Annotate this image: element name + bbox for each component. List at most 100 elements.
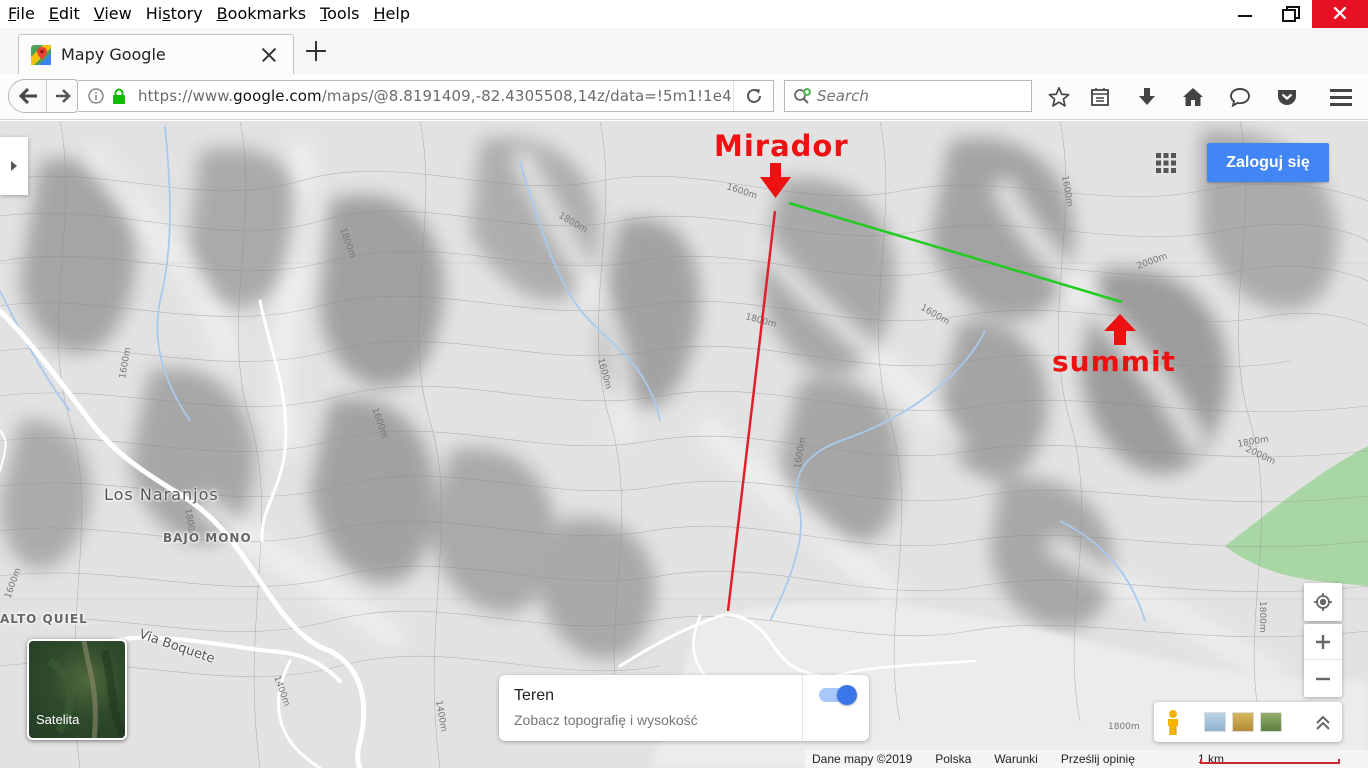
tab-close-icon[interactable]: [259, 45, 279, 65]
menu-bar: File Edit View HiStory Bookmarks Tools H…: [0, 0, 1368, 28]
google-maps-favicon-icon: [31, 44, 51, 65]
reader-list-button[interactable]: [1087, 84, 1113, 110]
satellite-layer-button[interactable]: Satelita: [27, 639, 127, 740]
close-icon: ✕: [1330, 1, 1350, 27]
url-domain: google.com: [233, 87, 322, 105]
home-button[interactable]: [1180, 84, 1206, 110]
back-forward-group: [8, 79, 78, 113]
terrain-info-card: Teren Zobacz topografię i wysokość: [499, 675, 869, 741]
restore-button[interactable]: [1268, 0, 1314, 28]
tab-title: Mapy Google: [61, 45, 166, 64]
restore-icon: [1282, 6, 1300, 22]
menu-history-pre: Hi: [145, 4, 163, 23]
send-feedback-link[interactable]: Prześlij opinię: [1061, 752, 1135, 766]
zoom-in-button[interactable]: [1304, 624, 1342, 660]
menu-history-post: tory: [170, 4, 203, 23]
downloads-button[interactable]: [1134, 84, 1160, 110]
annotation-mirador-label: Mirador: [714, 129, 849, 163]
apps-grid-icon[interactable]: [1154, 151, 1178, 175]
search-input[interactable]: [817, 87, 1017, 105]
url-path: /maps/@8.8191409,-82.4305508,14z/data=!5…: [321, 87, 732, 105]
tab-google-maps[interactable]: Mapy Google: [18, 34, 294, 74]
scale-line: [1200, 759, 1340, 764]
toggle-knob: [837, 685, 857, 705]
menu-bookmarks-mnemonic: B: [216, 4, 228, 23]
side-panel-toggle-button[interactable]: [0, 137, 28, 195]
lock-icon[interactable]: [112, 88, 126, 104]
menu-help[interactable]: Help: [367, 0, 417, 28]
place-label-bajo-mono[interactable]: BAJO MONO: [163, 531, 252, 545]
terrain-title: Teren: [514, 687, 555, 704]
map-footer: Dane mapy ©2019 Polska Warunki Prześlij …: [805, 750, 1368, 768]
chat-button[interactable]: [1227, 84, 1253, 110]
menu-edit[interactable]: Edit: [42, 0, 87, 28]
forward-arrow-icon: [56, 89, 71, 103]
menu-tools[interactable]: Tools: [313, 0, 366, 28]
zoom-controls: [1304, 624, 1342, 697]
reload-icon: [746, 88, 761, 103]
clipboard-icon: [1091, 88, 1109, 106]
reload-button[interactable]: [733, 81, 773, 111]
menu-file[interactable]: File: [0, 0, 42, 28]
hamburger-menu-button[interactable]: [1328, 84, 1354, 110]
pegman-street-view-icon[interactable]: [1162, 709, 1184, 736]
navigation-toolbar: https://www.google.com/maps/@8.8191409,-…: [0, 74, 1368, 120]
hamburger-menu-icon: [1330, 89, 1352, 106]
search-bar[interactable]: [784, 80, 1032, 112]
my-location-button[interactable]: [1304, 583, 1342, 621]
terrain-map-graphic: 1600m 1800m 1800m 1600m 1800m 1600m 1600…: [0, 121, 1368, 768]
download-icon: [1139, 88, 1155, 105]
country-link[interactable]: Polska: [935, 752, 971, 766]
chevron-right-icon: [11, 161, 17, 171]
menu-bookmarks-label: ookmarks: [227, 4, 307, 23]
satellite-label: Satelita: [36, 712, 80, 727]
close-window-button[interactable]: ✕: [1312, 0, 1368, 28]
terrain-toggle-switch[interactable]: [819, 685, 857, 705]
new-tab-button[interactable]: [306, 40, 328, 62]
map-canvas[interactable]: 1600m 1800m 1800m 1600m 1800m 1600m 1600…: [0, 121, 1368, 768]
url-text: https://www.google.com/maps/@8.8191409,-…: [138, 87, 732, 105]
menu-history-mnemonic: S: [162, 4, 171, 23]
menu-help-mnemonic: H: [373, 4, 386, 23]
pocket-button[interactable]: [1274, 84, 1300, 110]
menu-view[interactable]: View: [87, 0, 139, 28]
minimize-icon: [1238, 15, 1252, 17]
back-button[interactable]: [9, 80, 47, 112]
terms-link[interactable]: Warunki: [994, 752, 1038, 766]
menu-bookmarks[interactable]: Bookmarks: [210, 0, 313, 28]
menu-history[interactable]: HiStory: [139, 0, 210, 28]
menu-view-mnemonic: V: [93, 4, 105, 23]
menu-file-label: ile: [16, 4, 35, 23]
login-button[interactable]: Zaloguj się: [1207, 143, 1329, 182]
info-icon[interactable]: [88, 88, 104, 104]
zoom-out-button[interactable]: [1304, 661, 1342, 697]
layer-thumb-transit[interactable]: [1204, 712, 1226, 732]
terrain-description: Zobacz topografię i wysokość: [514, 712, 698, 728]
contour-label: 1800m: [1108, 722, 1140, 732]
layer-thumb-traffic[interactable]: [1232, 712, 1254, 732]
menu-view-label: iew: [104, 4, 132, 23]
speech-bubble-icon: [1230, 88, 1250, 108]
home-icon: [1183, 88, 1203, 106]
menu-file-mnemonic: F: [8, 4, 17, 23]
map-data-credit: Dane mapy ©2019: [812, 752, 913, 766]
minus-icon: [1316, 677, 1330, 681]
layer-thumb-bicycling[interactable]: [1260, 712, 1282, 732]
minimize-button[interactable]: [1222, 0, 1268, 28]
layers-bar: [1154, 702, 1342, 742]
menu-tools-label: ools: [327, 4, 360, 23]
menu-edit-label: dit: [58, 4, 80, 23]
bookmark-star-button[interactable]: [1046, 84, 1072, 110]
plus-icon: [1316, 634, 1330, 649]
tab-strip: Mapy Google: [0, 28, 1368, 74]
url-bar[interactable]: https://www.google.com/maps/@8.8191409,-…: [78, 80, 774, 112]
contour-label: 1800m: [1257, 601, 1267, 633]
place-label-alto-quiel[interactable]: ALTO QUIEL: [0, 612, 88, 626]
double-chevron-up-icon[interactable]: [1312, 712, 1334, 734]
url-prefix: https://www.: [138, 87, 234, 105]
search-icon: [794, 88, 811, 104]
forward-button[interactable]: [49, 80, 77, 112]
back-arrow-icon: [18, 87, 37, 105]
place-label-los-naranjos[interactable]: Los Naranjos: [104, 485, 219, 504]
crosshair-location-icon: [1314, 593, 1332, 611]
